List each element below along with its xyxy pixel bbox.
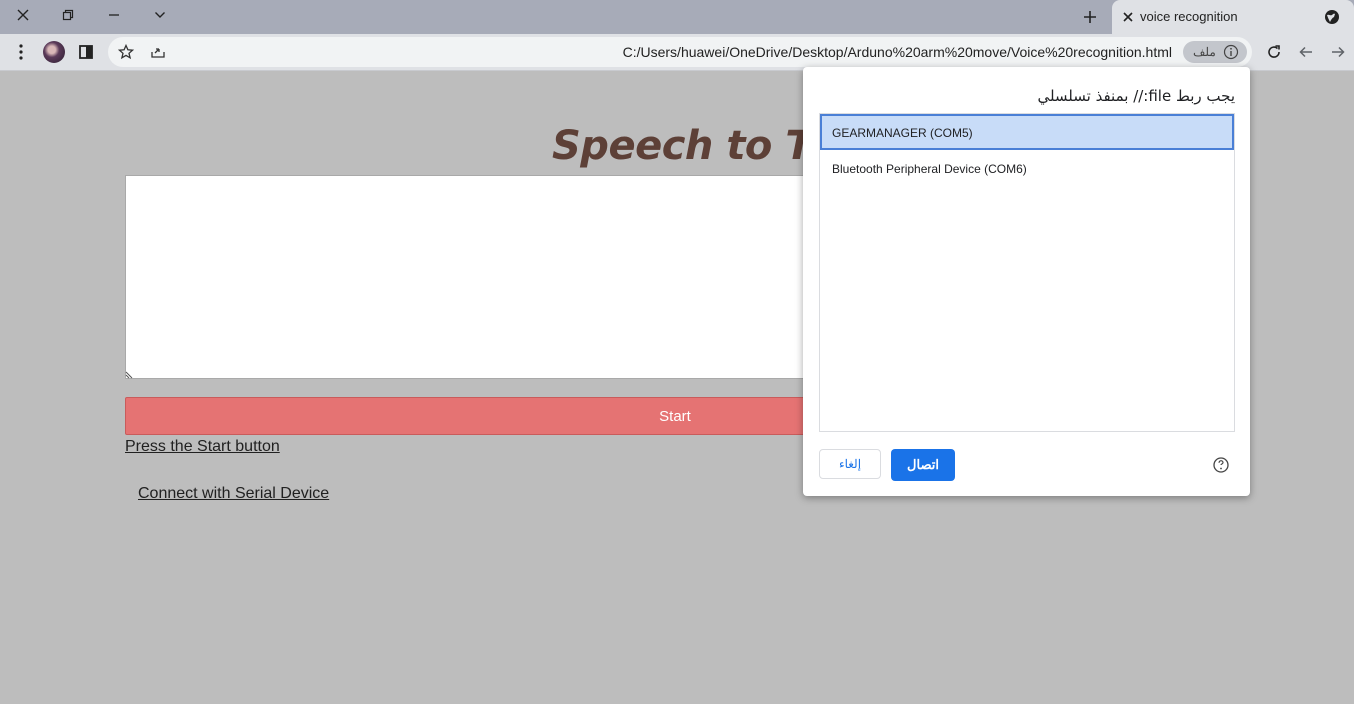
serial-port-dialog: يجب ربط file:// بمنفذ تسلسلي GEARMANAGER… [803, 67, 1250, 496]
tab-strip: voice recognition [0, 0, 1354, 34]
tab-title: voice recognition [1140, 9, 1238, 24]
browser-toolbar: C:/Users/huawei/OneDrive/Desktop/Arduno%… [0, 34, 1354, 71]
side-panel-button[interactable] [74, 40, 98, 64]
menu-dots-icon [19, 44, 23, 60]
tab-voice-recognition[interactable]: voice recognition [1112, 0, 1354, 34]
scheme-label: ملف [1193, 45, 1216, 59]
chevron-down-icon [155, 12, 165, 18]
port-list: GEARMANAGER (COM5) Bluetooth Peripheral … [819, 113, 1235, 432]
restore-icon [62, 9, 74, 21]
tab-close-button[interactable] [1120, 9, 1136, 25]
close-window-button[interactable] [0, 0, 46, 30]
start-hint-text[interactable]: Press the Start button [125, 438, 280, 456]
close-icon [17, 9, 29, 21]
profile-avatar[interactable] [43, 41, 65, 63]
url-text[interactable]: C:/Users/huawei/OneDrive/Desktop/Arduno%… [623, 44, 1172, 60]
back-button[interactable] [1294, 40, 1318, 64]
address-bar[interactable]: C:/Users/huawei/OneDrive/Desktop/Arduno%… [108, 37, 1252, 67]
plus-icon [1084, 11, 1096, 23]
tab-search-button[interactable] [137, 0, 183, 30]
port-item-com5[interactable]: GEARMANAGER (COM5) [820, 114, 1234, 150]
minimize-window-button[interactable] [91, 0, 137, 30]
side-panel-icon [79, 45, 93, 59]
connect-serial-link[interactable]: Connect with Serial Device [138, 485, 329, 503]
connect-button[interactable]: اتصال [891, 449, 955, 481]
bookmark-button[interactable] [114, 40, 138, 64]
forward-button[interactable] [1326, 40, 1350, 64]
forward-icon [1332, 46, 1345, 58]
browser-menu-button[interactable] [9, 40, 33, 64]
cancel-button[interactable]: إلغاء [819, 449, 881, 479]
back-icon [1299, 46, 1312, 58]
minimize-icon [109, 14, 119, 16]
resize-grip-icon[interactable] [125, 369, 135, 379]
globe-icon [1325, 10, 1339, 24]
site-info-chip[interactable]: ملف [1183, 41, 1247, 63]
reload-icon [1268, 45, 1280, 58]
dialog-heading: يجب ربط file:// بمنفذ تسلسلي [1037, 87, 1235, 105]
restore-window-button[interactable] [45, 0, 91, 30]
star-icon [118, 44, 134, 60]
info-icon [1223, 44, 1239, 60]
share-icon [151, 48, 165, 58]
new-tab-button[interactable] [1076, 3, 1104, 31]
close-icon [1123, 12, 1133, 22]
help-icon[interactable] [1212, 456, 1230, 474]
share-button[interactable] [146, 40, 170, 64]
port-item-com6[interactable]: Bluetooth Peripheral Device (COM6) [820, 150, 1234, 186]
reload-button[interactable] [1262, 40, 1286, 64]
